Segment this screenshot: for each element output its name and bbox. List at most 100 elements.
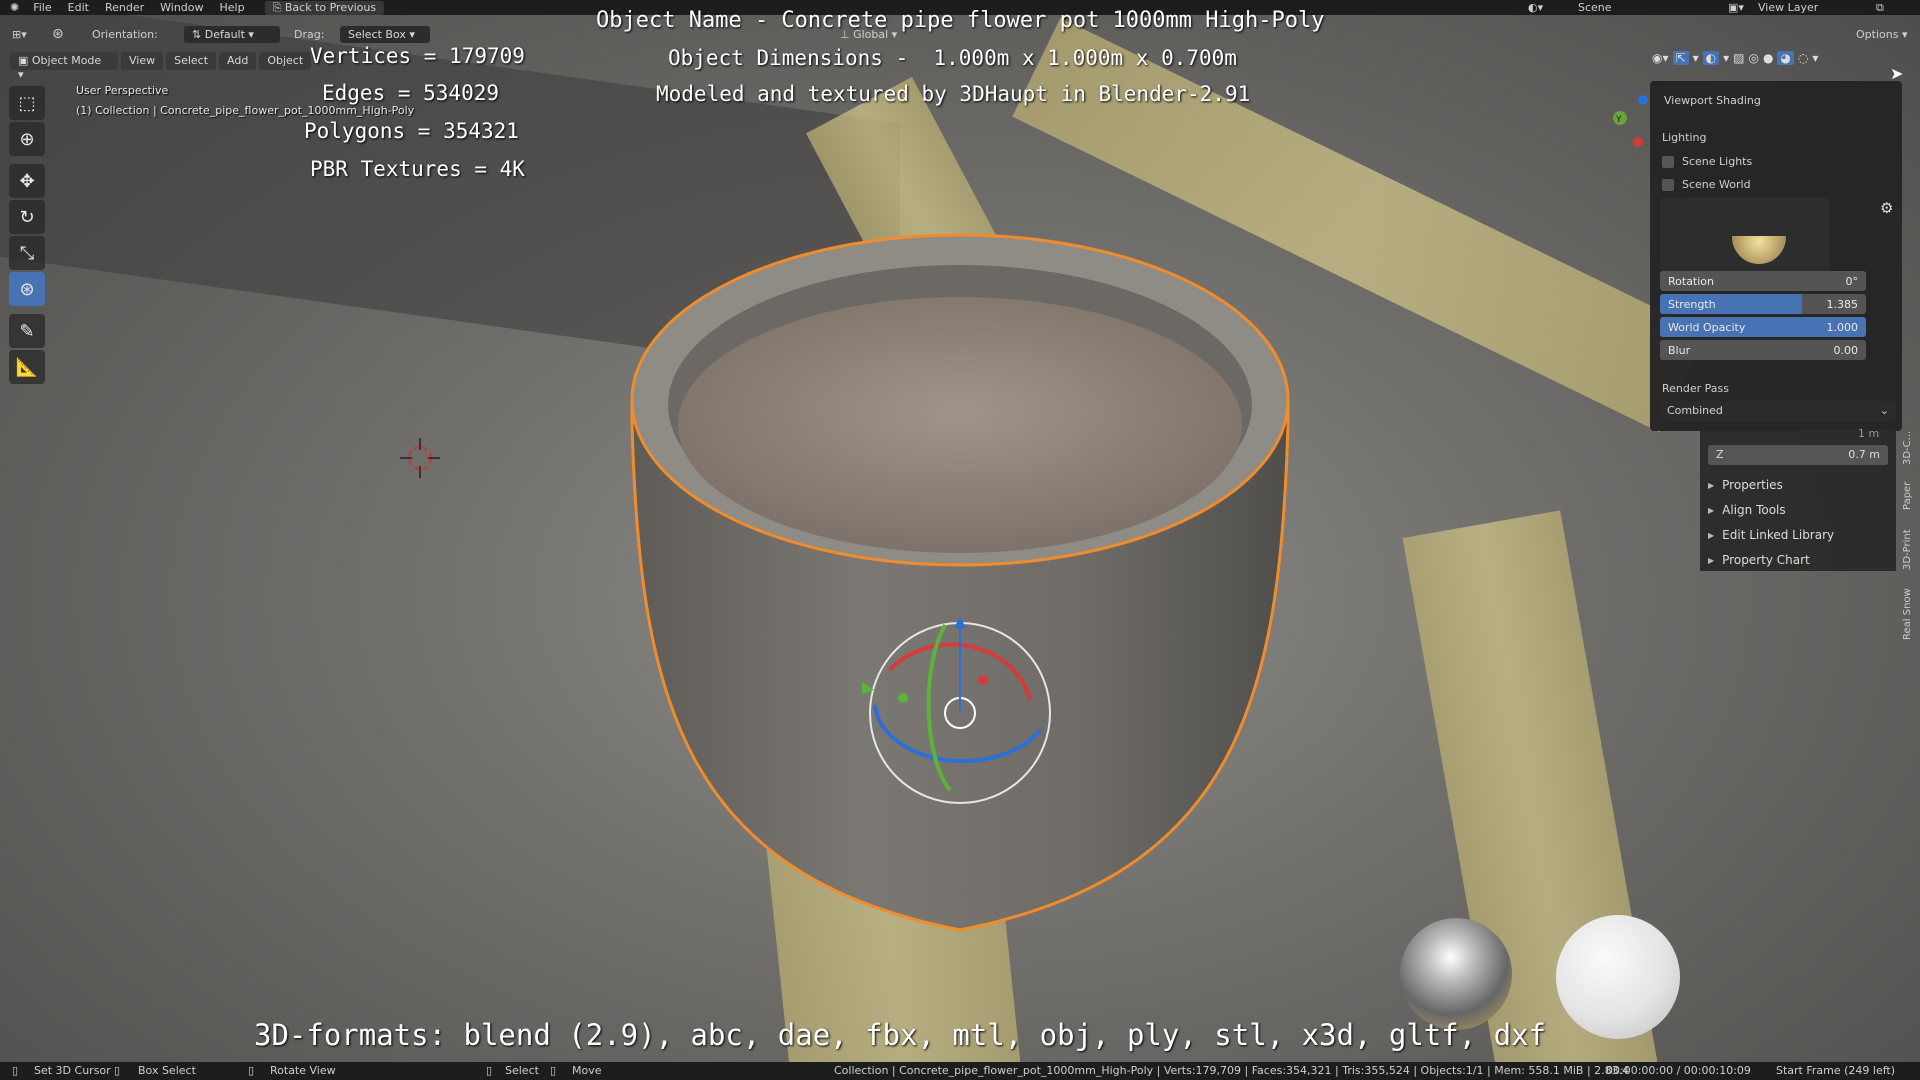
chevron-down-icon: ⌄	[1879, 404, 1889, 417]
scene-world-label: Scene World	[1682, 178, 1751, 191]
render-pass-value: Combined	[1667, 404, 1723, 417]
measure-tool-icon[interactable]: 📐	[9, 350, 45, 384]
menu-edit[interactable]: Edit	[60, 1, 97, 14]
scene-world-checkbox[interactable]: Scene World	[1662, 178, 1751, 191]
add-menu[interactable]: Add	[219, 52, 257, 70]
tab-3d-print[interactable]: 3D-Print	[1902, 529, 1913, 570]
formats-line: 3D-formats: blend (2.9), abc, dae, fbx, …	[254, 1018, 1547, 1052]
credit-line: Modeled and textured by 3DHaupt in Blend…	[656, 82, 1251, 106]
options-dropdown[interactable]: Options ▾	[1856, 28, 1907, 41]
stat-textures: PBR Textures = 4K	[310, 157, 525, 181]
hdri-settings-gear-icon[interactable]: ⚙	[1880, 199, 1893, 217]
move-tool-icon[interactable]: ✥	[9, 164, 45, 198]
menu-help[interactable]: Help	[212, 1, 253, 14]
rotation-label: Rotation	[1668, 274, 1715, 288]
shading-header-buttons: ◉▾ ⇱ ▾ ◐ ▾ ▨ ◎ ● ◕ ◌ ▾	[1652, 51, 1818, 65]
navigation-gizmo[interactable]: Y	[1605, 90, 1655, 160]
editor-type-icon[interactable]: ⊞▾	[12, 28, 27, 41]
section-properties[interactable]: ▶ Properties	[1708, 478, 1783, 492]
visibility-icon[interactable]: ◉▾	[1652, 51, 1669, 65]
lighting-label: Lighting	[1662, 131, 1707, 144]
menu-file[interactable]: File	[25, 1, 59, 14]
transform-tool-icon[interactable]: ⊛	[9, 272, 45, 306]
back-to-previous-button[interactable]: ⎘ Back to Previous	[264, 0, 385, 15]
blender-logo-icon[interactable]: ✺	[0, 1, 25, 14]
scene-name[interactable]: Scene	[1578, 1, 1612, 14]
scene-lights-checkbox[interactable]: Scene Lights	[1662, 155, 1752, 168]
view-layer-name[interactable]: View Layer	[1758, 1, 1818, 14]
expand-icon: ▶	[1708, 530, 1715, 540]
cursor-tool-icon[interactable]: ⊕	[9, 122, 45, 156]
select-box-tool-icon[interactable]: ⬚	[9, 86, 45, 120]
world-opacity-value: 1.000	[1826, 320, 1859, 334]
3d-viewport[interactable]: Y	[0, 0, 1920, 1080]
section-align-tools-label: Align Tools	[1722, 503, 1786, 517]
overlay-toggle-icon[interactable]: ◐	[1702, 51, 1720, 65]
expand-icon: ▶	[1708, 505, 1715, 515]
scene-selector-icon[interactable]: ◐▾	[1528, 1, 1543, 14]
view-menu[interactable]: View	[121, 52, 164, 70]
rotation-slider[interactable]: Rotation 0°	[1660, 271, 1866, 291]
stat-polygons: Polygons = 354321	[304, 119, 519, 143]
mode-value: Object Mode	[31, 54, 102, 67]
transform-pivot-icon[interactable]: ⊛	[52, 26, 64, 42]
xray-icon[interactable]: ▨	[1733, 51, 1744, 65]
mouse-left-icon: ▯	[12, 1064, 19, 1077]
mouse-left-icon: ▯	[486, 1064, 493, 1077]
3d-cursor-icon[interactable]	[398, 436, 442, 480]
status-set-cursor: Set 3D Cursor	[34, 1064, 111, 1077]
hdri-preview[interactable]	[1660, 198, 1830, 272]
mode-dropdown[interactable]: ▣ Object Mode ▾	[10, 52, 118, 81]
back-label: Back to Previous	[284, 0, 377, 14]
stat-edges: Edges = 534029	[322, 81, 500, 105]
status-info: Collection | Concrete_pipe_flower_pot_10…	[834, 1064, 1630, 1077]
transform-gizmo[interactable]	[840, 610, 1080, 820]
section-edit-linked-library[interactable]: ▶ Edit Linked Library	[1708, 528, 1834, 542]
drag-label: Drag:	[294, 27, 325, 41]
blur-value: 0.00	[1833, 343, 1859, 357]
annotate-tool-icon[interactable]: ✎	[9, 314, 45, 348]
section-align-tools[interactable]: ▶ Align Tools	[1708, 503, 1786, 517]
gizmo-toggle-icon[interactable]: ⇱	[1672, 51, 1689, 65]
status-frame: Start Frame (249 left)	[1776, 1064, 1896, 1077]
dimension-z-field[interactable]: Z 0.7 m	[1708, 445, 1888, 465]
sidebar-tabs: 3D-C... Paper 3D-Print Real Snow	[1900, 80, 1920, 680]
strength-slider[interactable]: Strength 1.385	[1660, 294, 1866, 314]
render-pass-dropdown[interactable]: Combined ⌄	[1660, 401, 1896, 421]
sidebar-panel: 1 m Z 0.7 m ▶ Properties ▶ Align Tools ▶ Ed…	[1700, 427, 1896, 571]
rotate-tool-icon[interactable]: ↻	[9, 200, 45, 234]
world-opacity-label: World Opacity	[1668, 320, 1746, 334]
menu-render[interactable]: Render	[97, 1, 152, 14]
dimension-y-value[interactable]: 1 m	[1858, 427, 1879, 440]
section-property-chart[interactable]: ▶ Property Chart	[1708, 553, 1810, 567]
expand-icon: ▶	[1708, 555, 1715, 565]
mode-header: ▣ Object Mode ▾ View Select Add Object	[0, 51, 314, 81]
tab-paper[interactable]: Paper	[1902, 482, 1913, 510]
object-menu[interactable]: Object	[259, 52, 312, 70]
view-layer-icon[interactable]: ▣▾	[1728, 1, 1744, 14]
viewport-shading-popover: Viewport Shading Lighting Scene Lights S…	[1650, 81, 1902, 431]
solid-shading-icon[interactable]: ●	[1763, 51, 1773, 65]
tab-real-snow[interactable]: Real Snow	[1902, 588, 1913, 640]
material-shading-icon[interactable]: ◕	[1777, 51, 1794, 65]
orientation-dropdown[interactable]: ⇅ Default ▾	[184, 25, 280, 43]
menu-window[interactable]: Window	[152, 1, 211, 14]
wireframe-shading-icon[interactable]: ◎	[1748, 51, 1758, 65]
hdri-chrome-sphere	[1400, 918, 1512, 1030]
select-menu[interactable]: Select	[166, 52, 217, 70]
object-name-title: Object Name - Concrete pipe flower pot 1…	[596, 8, 1325, 33]
world-opacity-slider[interactable]: World Opacity 1.000	[1660, 317, 1866, 337]
blur-slider[interactable]: Blur 0.00	[1660, 340, 1866, 360]
perspective-label: User Perspective	[76, 84, 169, 97]
shading-dropdown-icon[interactable]: ▾	[1812, 51, 1818, 65]
orientation-value: Default	[204, 27, 245, 41]
rendered-shading-icon[interactable]: ◌	[1798, 51, 1808, 65]
dimension-z-value: 0.7 m	[1848, 448, 1880, 461]
concrete-pot-model[interactable]	[620, 225, 1300, 945]
tab-3d-cursor[interactable]: 3D-C...	[1902, 431, 1913, 465]
mouse-left-icon: ▯	[114, 1064, 121, 1077]
drag-dropdown[interactable]: Select Box ▾	[340, 25, 430, 43]
copy-icon[interactable]: ⧉	[1876, 1, 1884, 15]
scale-tool-icon[interactable]: ⤡	[9, 236, 45, 270]
mouse-middle-icon: ▯	[248, 1064, 255, 1077]
